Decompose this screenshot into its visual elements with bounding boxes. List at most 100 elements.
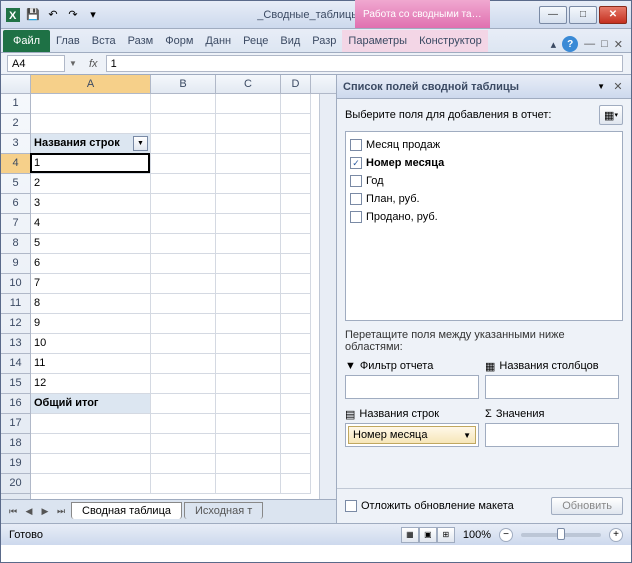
cell[interactable] xyxy=(281,114,311,134)
sheet-tab-active[interactable]: Сводная таблица xyxy=(71,502,182,519)
zoom-out-button[interactable]: − xyxy=(499,528,513,542)
cell[interactable]: 7 xyxy=(31,274,151,294)
column-header[interactable]: B xyxy=(151,75,216,93)
doc-close-icon[interactable]: ✕ xyxy=(614,38,623,51)
cell[interactable] xyxy=(281,434,311,454)
row-header[interactable]: 3 xyxy=(1,134,30,154)
row-header[interactable]: 16 xyxy=(1,394,30,414)
cell[interactable] xyxy=(281,174,311,194)
cell[interactable] xyxy=(281,374,311,394)
zoom-percent[interactable]: 100% xyxy=(463,529,491,541)
cell[interactable] xyxy=(31,414,151,434)
update-button[interactable]: Обновить xyxy=(551,497,623,515)
cell[interactable] xyxy=(151,94,216,114)
cell[interactable] xyxy=(151,374,216,394)
values-drop-zone[interactable] xyxy=(485,423,619,447)
layout-options-button[interactable]: ▦▾ xyxy=(599,105,623,125)
cell[interactable] xyxy=(31,454,151,474)
filter-drop-zone[interactable] xyxy=(345,375,479,399)
zoom-slider[interactable] xyxy=(521,533,601,537)
row-header[interactable]: 5 xyxy=(1,174,30,194)
save-icon[interactable]: 💾 xyxy=(25,7,41,23)
row-header[interactable]: 17 xyxy=(1,414,30,434)
sheet-nav-first-icon[interactable]: ⏮ xyxy=(5,504,21,520)
doc-minimize-icon[interactable]: — xyxy=(584,38,595,50)
field-item[interactable]: Месяц продаж xyxy=(350,136,618,154)
view-pagebreak-button[interactable]: ⊞ xyxy=(437,527,455,543)
cell[interactable] xyxy=(216,454,281,474)
excel-icon[interactable]: X xyxy=(5,7,21,23)
namebox-dropdown-icon[interactable]: ▼ xyxy=(65,59,81,68)
cell[interactable] xyxy=(151,314,216,334)
cell[interactable] xyxy=(216,294,281,314)
cell[interactable]: 4 xyxy=(31,214,151,234)
zoom-in-button[interactable]: + xyxy=(609,528,623,542)
cell[interactable] xyxy=(151,274,216,294)
cell[interactable] xyxy=(216,334,281,354)
cell[interactable] xyxy=(281,274,311,294)
fx-icon[interactable]: fx xyxy=(81,58,106,70)
cell[interactable] xyxy=(151,334,216,354)
cell[interactable] xyxy=(31,114,151,134)
field-checkbox[interactable]: ✓ xyxy=(350,157,362,169)
cell[interactable] xyxy=(216,394,281,414)
sheet-nav-prev-icon[interactable]: ◀ xyxy=(21,504,37,520)
cell[interactable] xyxy=(281,334,311,354)
row-header[interactable]: 10 xyxy=(1,274,30,294)
ribbon-tab[interactable]: Разм xyxy=(122,30,160,52)
cell[interactable] xyxy=(151,354,216,374)
cell[interactable] xyxy=(216,474,281,494)
ribbon-tab[interactable]: Данн xyxy=(199,30,237,52)
pane-dropdown-icon[interactable]: ▼ xyxy=(597,82,605,91)
cell[interactable]: 2 xyxy=(31,174,151,194)
cell[interactable] xyxy=(151,234,216,254)
cell[interactable] xyxy=(216,134,281,154)
minimize-button[interactable]: — xyxy=(539,6,567,24)
pane-close-icon[interactable]: ✕ xyxy=(611,80,625,93)
row-zone-item[interactable]: Номер месяца▼ xyxy=(348,426,476,444)
row-header[interactable]: 2 xyxy=(1,114,30,134)
sheet-tab-other[interactable]: Исходная т xyxy=(184,502,263,519)
vertical-scrollbar[interactable] xyxy=(319,94,336,499)
help-icon[interactable]: ? xyxy=(562,36,578,52)
cell[interactable]: Общий итог xyxy=(31,394,151,414)
ribbon-tab[interactable]: Реце xyxy=(237,30,274,52)
rows-drop-zone[interactable]: Номер месяца▼ xyxy=(345,423,479,447)
field-checkbox[interactable] xyxy=(350,139,362,151)
formula-input[interactable]: 1 xyxy=(106,55,623,72)
name-box[interactable]: A4 xyxy=(7,55,65,72)
row-header[interactable]: 12 xyxy=(1,314,30,334)
cell[interactable]: 9 xyxy=(31,314,151,334)
sheet-nav-next-icon[interactable]: ▶ xyxy=(37,504,53,520)
cell[interactable] xyxy=(281,294,311,314)
field-item[interactable]: План, руб. xyxy=(350,190,618,208)
row-header[interactable]: 6 xyxy=(1,194,30,214)
ribbon-tab[interactable]: Вста xyxy=(86,30,122,52)
cell[interactable] xyxy=(281,474,311,494)
cell[interactable] xyxy=(151,454,216,474)
column-header[interactable]: D xyxy=(281,75,311,93)
cell[interactable] xyxy=(151,154,216,174)
cell[interactable] xyxy=(216,94,281,114)
cell[interactable]: 3 xyxy=(31,194,151,214)
cell[interactable] xyxy=(216,194,281,214)
column-header[interactable]: A xyxy=(31,75,151,93)
field-item[interactable]: Год xyxy=(350,172,618,190)
doc-restore-icon[interactable]: □ xyxy=(601,38,608,50)
ribbon-tab[interactable]: Форм xyxy=(159,30,199,52)
row-header[interactable]: 7 xyxy=(1,214,30,234)
cell[interactable] xyxy=(151,214,216,234)
undo-icon[interactable]: ↶ xyxy=(45,7,61,23)
cell[interactable] xyxy=(216,174,281,194)
maximize-button[interactable]: □ xyxy=(569,6,597,24)
row-header[interactable]: 18 xyxy=(1,434,30,454)
column-header[interactable]: C xyxy=(216,75,281,93)
cell[interactable]: 5 xyxy=(31,234,151,254)
sheet-nav-last-icon[interactable]: ⏭ xyxy=(53,504,69,520)
cell[interactable] xyxy=(216,374,281,394)
cell[interactable] xyxy=(31,474,151,494)
close-button[interactable]: ✕ xyxy=(599,6,627,24)
filter-dropdown-button[interactable]: ▼ xyxy=(133,136,148,151)
cell[interactable] xyxy=(151,114,216,134)
row-header[interactable]: 14 xyxy=(1,354,30,374)
